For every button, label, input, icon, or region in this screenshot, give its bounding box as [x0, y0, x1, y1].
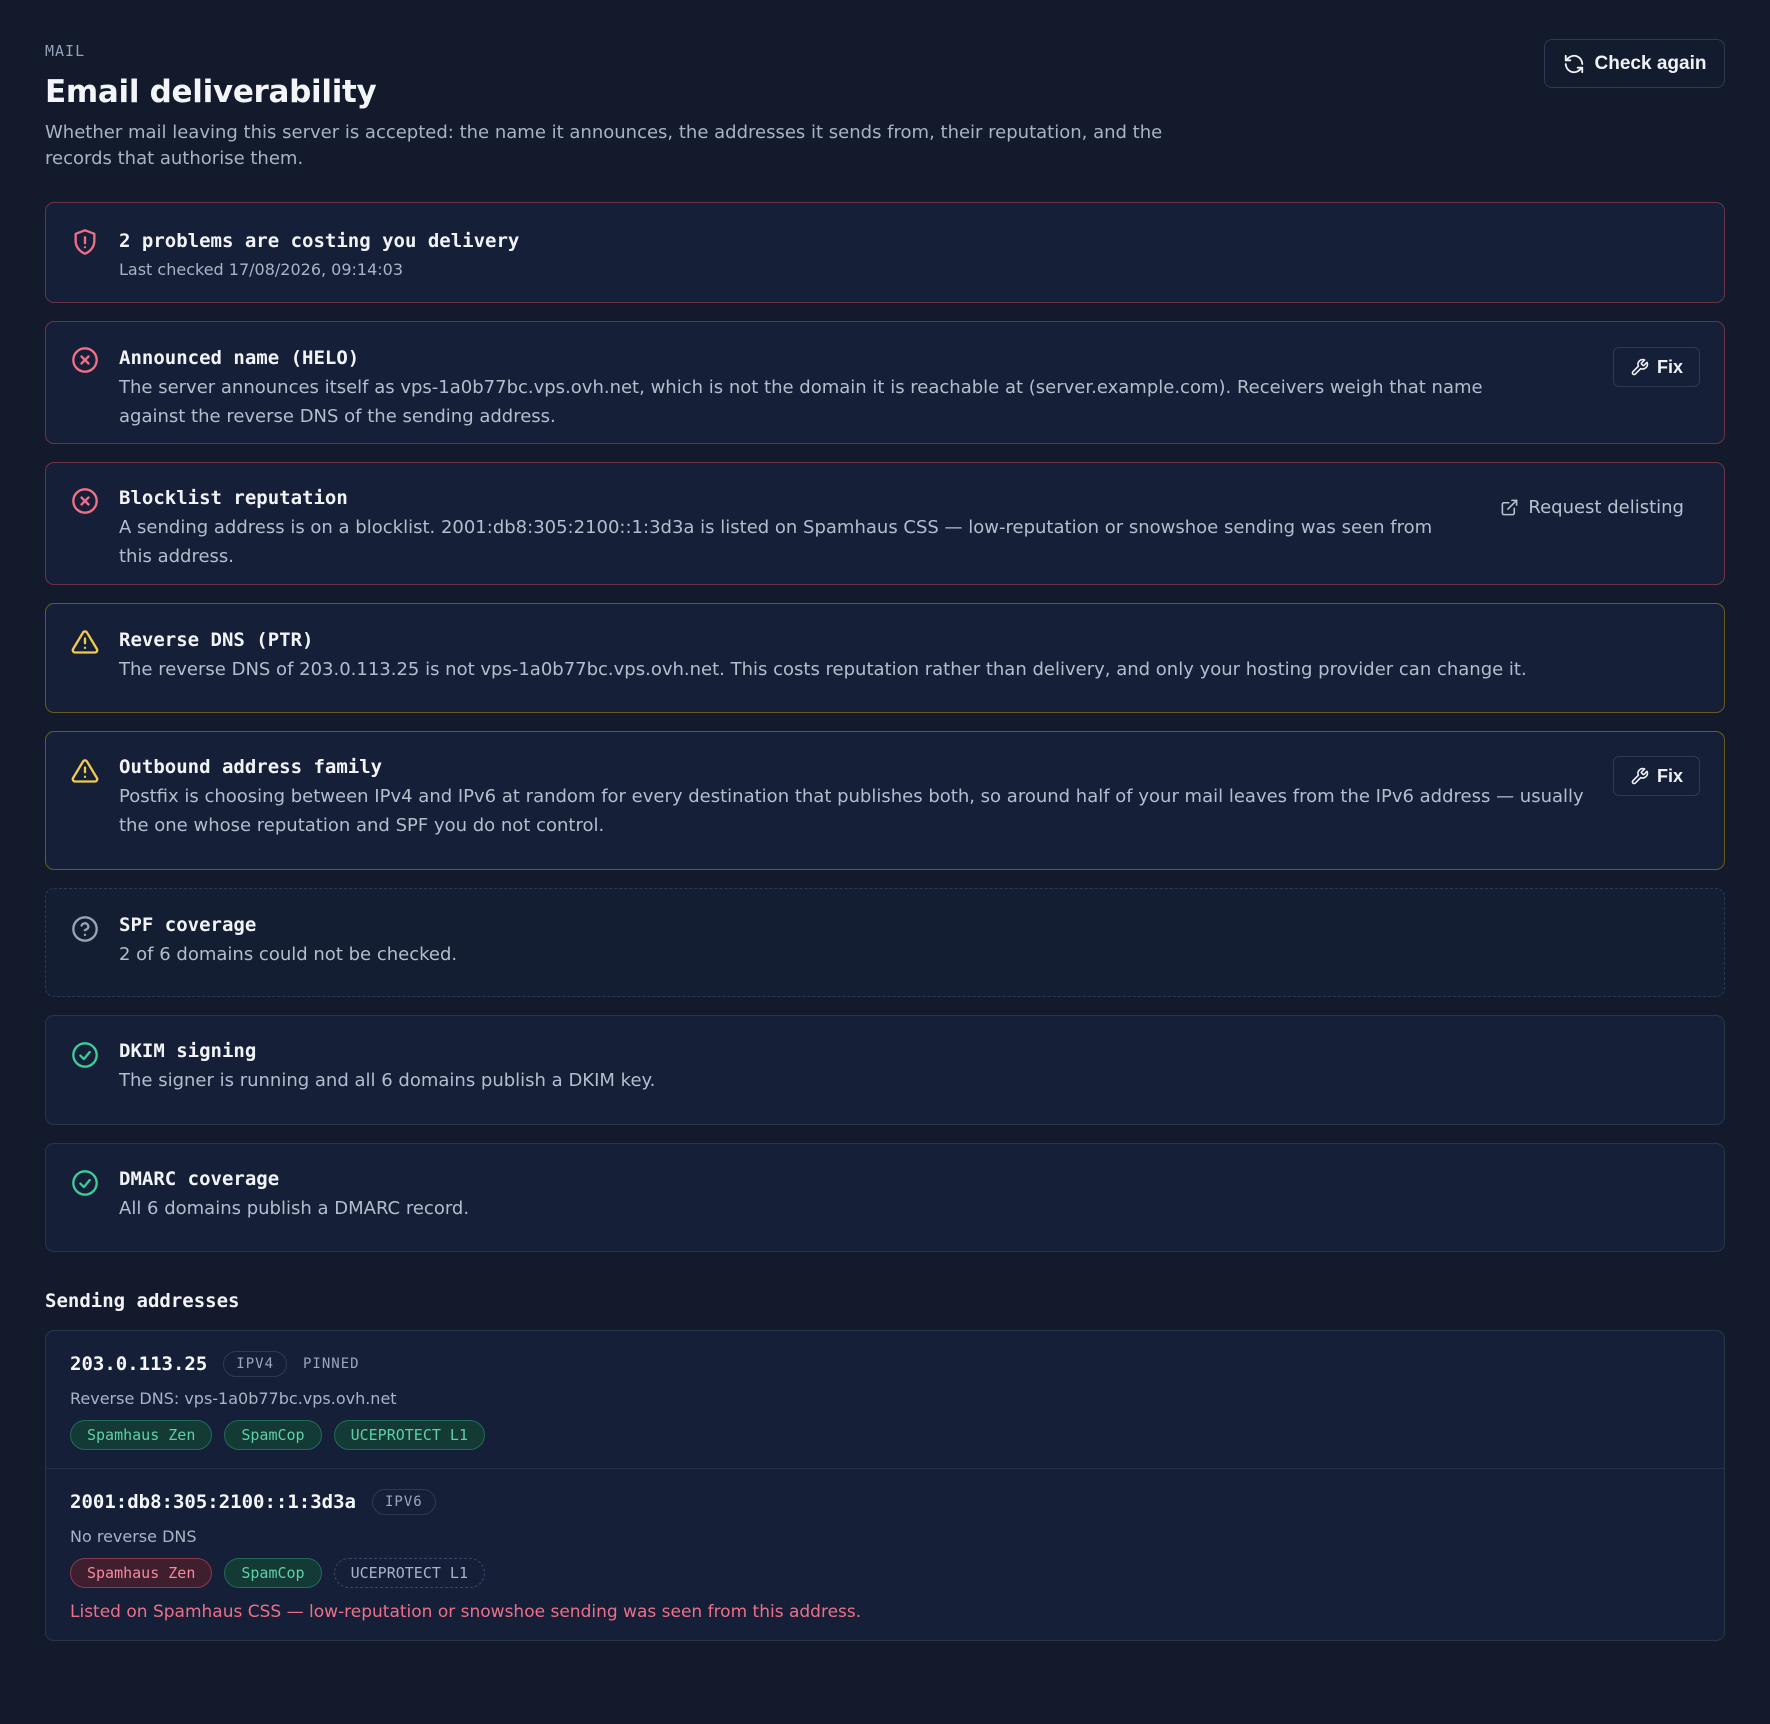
check-description: Postfix is choosing between IPv4 and IPv… — [119, 786, 1584, 836]
refresh-icon — [1564, 54, 1583, 73]
blocklist-pill: Spamhaus Zen — [70, 1558, 213, 1588]
check-description: The server announces itself as vps-1a0b7… — [119, 377, 1483, 427]
blocklist-pill: UCEPROTECT L1 — [333, 1420, 485, 1450]
request-delisting-link[interactable]: Request delisting — [1500, 497, 1684, 518]
fix-address-family-button[interactable]: Fix — [1613, 756, 1700, 796]
blocklist-pill: Spamhaus Zen — [70, 1420, 213, 1450]
check-circle-icon — [72, 1042, 98, 1068]
external-link-icon — [1501, 499, 1518, 516]
check-card-spf: SPF coverage 2 of 6 domains could not be… — [45, 888, 1725, 997]
sending-addresses-heading: Sending addresses — [45, 1290, 240, 1312]
error-circle-icon — [72, 347, 98, 373]
check-again-button[interactable]: Check again — [1544, 39, 1725, 88]
check-title: DMARC coverage — [119, 1168, 280, 1190]
check-circle-icon — [72, 1170, 98, 1196]
ip-address: 203.0.113.25 — [70, 1353, 208, 1375]
check-description: A sending address is on a blocklist. 200… — [119, 517, 1433, 567]
question-circle-icon — [72, 916, 98, 942]
deliverability-page: MAIL Email deliverability Whether mail l… — [0, 0, 1770, 1641]
warning-triangle-icon — [71, 759, 99, 783]
pinned-badge: PINNED — [303, 1356, 360, 1372]
check-title: Blocklist reputation — [119, 487, 348, 509]
check-description: The signer is running and all 6 domains … — [119, 1070, 656, 1091]
check-card-helo: Announced name (HELO) The server announc… — [45, 321, 1725, 444]
check-card-blocklist: Blocklist reputation A sending address i… — [45, 462, 1725, 585]
summary-banner: 2 problems are costing you delivery Last… — [45, 202, 1725, 303]
shield-alert-icon — [74, 229, 96, 255]
check-card-dkim: DKIM signing The signer is running and a… — [45, 1015, 1725, 1125]
wrench-icon — [1631, 358, 1649, 375]
address-row-ipv6: 2001:db8:305:2100::1:3d3a IPV6 No revers… — [46, 1468, 1724, 1640]
check-title: Reverse DNS (PTR) — [119, 629, 314, 651]
family-badge: IPV6 — [371, 1489, 436, 1515]
blocklist-pill: SpamCop — [224, 1558, 322, 1588]
check-description: The reverse DNS of 203.0.113.25 is not v… — [119, 659, 1527, 680]
page-title: Email deliverability — [45, 74, 377, 110]
sending-addresses-list: 203.0.113.25 IPV4 PINNED Reverse DNS: vp… — [45, 1330, 1725, 1641]
check-card-ptr: Reverse DNS (PTR) The reverse DNS of 203… — [45, 603, 1725, 713]
fix-label: Fix — [1656, 356, 1683, 377]
address-row-ipv4: 203.0.113.25 IPV4 PINNED Reverse DNS: vp… — [46, 1331, 1724, 1468]
page-subtitle: Whether mail leaving this server is acce… — [45, 122, 1163, 169]
reverse-dns: No reverse DNS — [70, 1527, 197, 1546]
ip-address: 2001:db8:305:2100::1:3d3a — [70, 1491, 356, 1513]
blocklist-pill: SpamCop — [224, 1420, 322, 1450]
check-card-dmarc: DMARC coverage All 6 domains publish a D… — [45, 1143, 1725, 1252]
check-description: 2 of 6 domains could not be checked. — [119, 944, 458, 965]
check-title: Announced name (HELO) — [119, 347, 360, 369]
check-title: SPF coverage — [119, 914, 257, 936]
check-title: DKIM signing — [119, 1040, 257, 1062]
fix-label: Fix — [1656, 765, 1683, 786]
check-again-label: Check again — [1594, 52, 1707, 74]
check-title: Outbound address family — [119, 756, 383, 778]
reverse-dns: Reverse DNS: vps-1a0b77bc.vps.ovh.net — [70, 1389, 397, 1408]
blocklist-pill: UCEPROTECT L1 — [333, 1558, 485, 1588]
warning-triangle-icon — [71, 630, 99, 654]
check-description: All 6 domains publish a DMARC record. — [119, 1198, 470, 1219]
summary-title: 2 problems are costing you delivery — [119, 230, 520, 252]
listing-note: Listed on Spamhaus CSS — low-reputation … — [70, 1602, 862, 1622]
request-delisting-label: Request delisting — [1528, 497, 1684, 518]
error-circle-icon — [72, 488, 98, 514]
section-eyebrow: MAIL — [45, 42, 86, 60]
family-badge: IPV4 — [223, 1351, 287, 1377]
check-card-address-family: Outbound address family Postfix is choos… — [45, 731, 1725, 870]
fix-helo-button[interactable]: Fix — [1613, 347, 1700, 387]
wrench-icon — [1631, 767, 1649, 784]
last-checked: Last checked 17/08/2026, 09:14:03 — [119, 260, 404, 279]
